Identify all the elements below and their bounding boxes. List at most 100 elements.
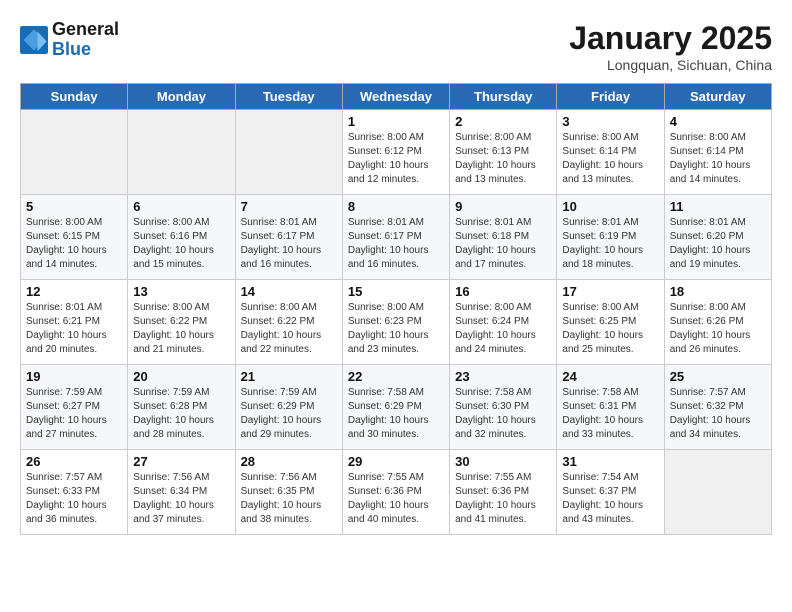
- day-number: 12: [26, 284, 122, 299]
- logo-text: General Blue: [52, 20, 119, 60]
- day-number: 27: [133, 454, 229, 469]
- calendar-cell: 29Sunrise: 7:55 AM Sunset: 6:36 PM Dayli…: [342, 450, 449, 535]
- day-number: 11: [670, 199, 766, 214]
- day-number: 10: [562, 199, 658, 214]
- calendar-week-5: 26Sunrise: 7:57 AM Sunset: 6:33 PM Dayli…: [21, 450, 772, 535]
- calendar-cell: 3Sunrise: 8:00 AM Sunset: 6:14 PM Daylig…: [557, 110, 664, 195]
- calendar-cell: 17Sunrise: 8:00 AM Sunset: 6:25 PM Dayli…: [557, 280, 664, 365]
- day-info: Sunrise: 7:58 AM Sunset: 6:29 PM Dayligh…: [348, 386, 444, 442]
- day-number: 16: [455, 284, 551, 299]
- day-info: Sunrise: 8:01 AM Sunset: 6:17 PM Dayligh…: [241, 216, 337, 272]
- day-info: Sunrise: 8:01 AM Sunset: 6:17 PM Dayligh…: [348, 216, 444, 272]
- day-info: Sunrise: 7:55 AM Sunset: 6:36 PM Dayligh…: [455, 471, 551, 527]
- weekday-header-tuesday: Tuesday: [235, 84, 342, 110]
- day-number: 9: [455, 199, 551, 214]
- calendar-cell: 16 Sunrise: 8:00 AM Sunset: 6:24 PM Dayli…: [450, 280, 557, 365]
- day-info: Sunrise: 8:00 AM Sunset: 6:13 PM Dayligh…: [455, 131, 551, 187]
- day-info: Sunrise: 7:58 AM Sunset: 6:31 PM Dayligh…: [562, 386, 658, 442]
- calendar-cell: 31 Sunrise: 7:54 AM Sunset: 6:37 PM Dayli…: [557, 450, 664, 535]
- calendar-cell: 24Sunrise: 7:58 AM Sunset: 6:31 PM Dayli…: [557, 365, 664, 450]
- day-number: 13: [133, 284, 229, 299]
- calendar-cell: 12 Sunrise: 8:01 AM Sunset: 6:21 PM Dayli…: [21, 280, 128, 365]
- day-number: 5: [26, 199, 122, 214]
- day-number: 14: [241, 284, 337, 299]
- day-info: Sunrise: 7:59 AM Sunset: 6:29 PM Dayligh…: [241, 386, 337, 442]
- calendar-cell: 8 Sunrise: 8:01 AM Sunset: 6:17 PM Daylig…: [342, 195, 449, 280]
- weekday-header-thursday: Thursday: [450, 84, 557, 110]
- day-number: 19: [26, 369, 122, 384]
- day-number: 3: [562, 114, 658, 129]
- day-number: 21: [241, 369, 337, 384]
- calendar-cell: 30Sunrise: 7:55 AM Sunset: 6:36 PM Dayli…: [450, 450, 557, 535]
- calendar-cell: 10Sunrise: 8:01 AM Sunset: 6:19 PM Dayli…: [557, 195, 664, 280]
- calendar-cell: 2 Sunrise: 8:00 AM Sunset: 6:13 PM Daylig…: [450, 110, 557, 195]
- calendar-cell: [235, 110, 342, 195]
- day-number: 1: [348, 114, 444, 129]
- calendar-cell: [21, 110, 128, 195]
- day-number: 7: [241, 199, 337, 214]
- calendar-cell: 1 Sunrise: 8:00 AM Sunset: 6:12 PM Daylig…: [342, 110, 449, 195]
- day-number: 8: [348, 199, 444, 214]
- day-number: 31: [562, 454, 658, 469]
- calendar-week-4: 19Sunrise: 7:59 AM Sunset: 6:27 PM Dayli…: [21, 365, 772, 450]
- calendar-cell: 15 Sunrise: 8:00 AM Sunset: 6:23 PM Dayli…: [342, 280, 449, 365]
- day-number: 22: [348, 369, 444, 384]
- day-info: Sunrise: 7:54 AM Sunset: 6:37 PM Dayligh…: [562, 471, 658, 527]
- day-number: 2: [455, 114, 551, 129]
- calendar-cell: 7 Sunrise: 8:01 AM Sunset: 6:17 PM Daylig…: [235, 195, 342, 280]
- day-number: 25: [670, 369, 766, 384]
- calendar-cell: 19Sunrise: 7:59 AM Sunset: 6:27 PM Dayli…: [21, 365, 128, 450]
- day-number: 20: [133, 369, 229, 384]
- calendar-cell: 27 Sunrise: 7:56 AM Sunset: 6:34 PM Dayli…: [128, 450, 235, 535]
- calendar-cell: 20 Sunrise: 7:59 AM Sunset: 6:28 PM Dayli…: [128, 365, 235, 450]
- weekday-header-sunday: Sunday: [21, 84, 128, 110]
- day-info: Sunrise: 7:59 AM Sunset: 6:28 PM Dayligh…: [133, 386, 229, 442]
- day-info: Sunrise: 8:00 AM Sunset: 6:24 PM Dayligh…: [455, 301, 551, 357]
- day-info: Sunrise: 8:00 AM Sunset: 6:23 PM Dayligh…: [348, 301, 444, 357]
- calendar-cell: 23 Sunrise: 7:58 AM Sunset: 6:30 PM Dayli…: [450, 365, 557, 450]
- calendar-week-3: 12 Sunrise: 8:01 AM Sunset: 6:21 PM Dayli…: [21, 280, 772, 365]
- calendar-cell: 18 Sunrise: 8:00 AM Sunset: 6:26 PM Dayli…: [664, 280, 771, 365]
- calendar-cell: 28Sunrise: 7:56 AM Sunset: 6:35 PM Dayli…: [235, 450, 342, 535]
- calendar-table: SundayMondayTuesdayWednesdayThursdayFrid…: [20, 83, 772, 535]
- day-info: Sunrise: 8:00 AM Sunset: 6:22 PM Dayligh…: [133, 301, 229, 357]
- month-title: January 2025: [569, 20, 772, 57]
- day-number: 18: [670, 284, 766, 299]
- calendar-cell: 22 Sunrise: 7:58 AM Sunset: 6:29 PM Dayli…: [342, 365, 449, 450]
- title-block: January 2025 Longquan, Sichuan, China: [569, 20, 772, 73]
- day-number: 4: [670, 114, 766, 129]
- day-info: Sunrise: 7:56 AM Sunset: 6:34 PM Dayligh…: [133, 471, 229, 527]
- calendar-cell: 13 Sunrise: 8:00 AM Sunset: 6:22 PM Dayli…: [128, 280, 235, 365]
- calendar-cell: 4Sunrise: 8:00 AM Sunset: 6:14 PM Daylig…: [664, 110, 771, 195]
- calendar-cell: [664, 450, 771, 535]
- day-info: Sunrise: 8:01 AM Sunset: 6:20 PM Dayligh…: [670, 216, 766, 272]
- day-info: Sunrise: 8:00 AM Sunset: 6:22 PM Dayligh…: [241, 301, 337, 357]
- day-number: 29: [348, 454, 444, 469]
- day-info: Sunrise: 7:57 AM Sunset: 6:32 PM Dayligh…: [670, 386, 766, 442]
- logo: General Blue: [20, 20, 119, 60]
- day-number: 23: [455, 369, 551, 384]
- day-info: Sunrise: 8:01 AM Sunset: 6:18 PM Dayligh…: [455, 216, 551, 272]
- calendar-cell: 5 Sunrise: 8:00 AM Sunset: 6:15 PM Daylig…: [21, 195, 128, 280]
- day-number: 15: [348, 284, 444, 299]
- day-info: Sunrise: 7:56 AM Sunset: 6:35 PM Dayligh…: [241, 471, 337, 527]
- logo-icon: [20, 26, 48, 54]
- calendar-week-1: 1 Sunrise: 8:00 AM Sunset: 6:12 PM Daylig…: [21, 110, 772, 195]
- weekday-header-row: SundayMondayTuesdayWednesdayThursdayFrid…: [21, 84, 772, 110]
- day-info: Sunrise: 8:00 AM Sunset: 6:26 PM Dayligh…: [670, 301, 766, 357]
- calendar-cell: 14 Sunrise: 8:00 AM Sunset: 6:22 PM Dayli…: [235, 280, 342, 365]
- day-info: Sunrise: 7:57 AM Sunset: 6:33 PM Dayligh…: [26, 471, 122, 527]
- day-info: Sunrise: 8:00 AM Sunset: 6:15 PM Dayligh…: [26, 216, 122, 272]
- day-number: 6: [133, 199, 229, 214]
- calendar-cell: 25 Sunrise: 7:57 AM Sunset: 6:32 PM Dayli…: [664, 365, 771, 450]
- calendar-week-2: 5 Sunrise: 8:00 AM Sunset: 6:15 PM Daylig…: [21, 195, 772, 280]
- day-info: Sunrise: 8:01 AM Sunset: 6:21 PM Dayligh…: [26, 301, 122, 357]
- location: Longquan, Sichuan, China: [569, 57, 772, 73]
- weekday-header-wednesday: Wednesday: [342, 84, 449, 110]
- calendar-cell: 26Sunrise: 7:57 AM Sunset: 6:33 PM Dayli…: [21, 450, 128, 535]
- day-info: Sunrise: 8:00 AM Sunset: 6:12 PM Dayligh…: [348, 131, 444, 187]
- day-info: Sunrise: 8:00 AM Sunset: 6:16 PM Dayligh…: [133, 216, 229, 272]
- calendar-cell: 11 Sunrise: 8:01 AM Sunset: 6:20 PM Dayli…: [664, 195, 771, 280]
- day-info: Sunrise: 7:58 AM Sunset: 6:30 PM Dayligh…: [455, 386, 551, 442]
- calendar-cell: 9 Sunrise: 8:01 AM Sunset: 6:18 PM Daylig…: [450, 195, 557, 280]
